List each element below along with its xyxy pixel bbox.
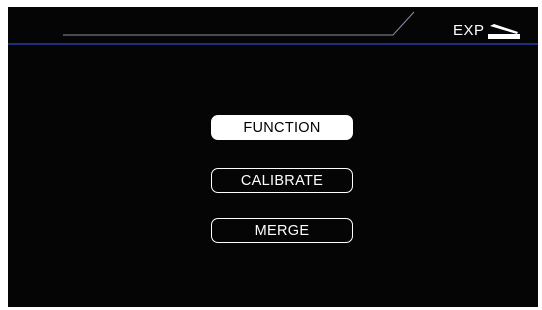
- calibrate-button[interactable]: CALIBRATE: [211, 168, 353, 193]
- device-screen: EXP FUNCTION CALIBRATE MERGE: [8, 7, 538, 307]
- merge-button[interactable]: MERGE: [211, 218, 353, 243]
- mode-label: EXP: [453, 22, 485, 39]
- expression-pedal-icon: [488, 24, 520, 39]
- function-button[interactable]: FUNCTION: [211, 115, 353, 140]
